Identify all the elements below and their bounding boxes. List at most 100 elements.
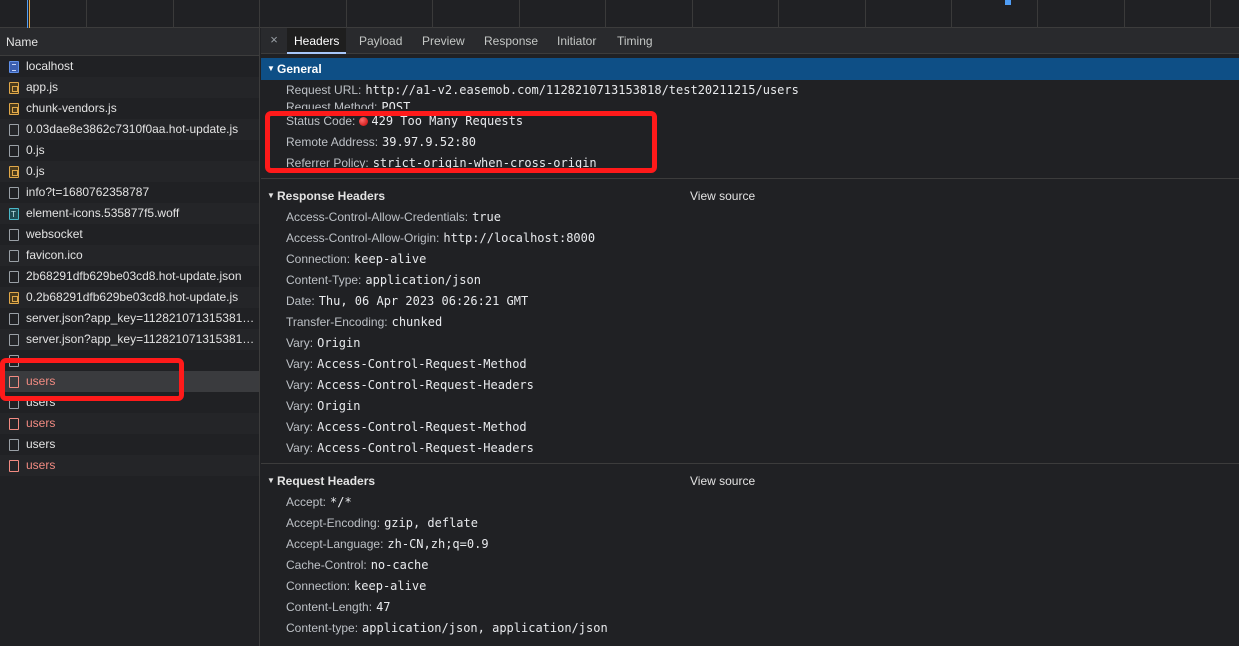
response-view-source-link[interactable]: View source [690, 185, 755, 207]
header-value: keep-alive [354, 579, 427, 593]
header-row: Accept: */* [261, 492, 1239, 513]
section-divider [261, 178, 1239, 179]
file-icon [9, 124, 19, 136]
tab-initiator[interactable]: Initiator [550, 28, 603, 54]
header-value: Origin [317, 336, 361, 350]
overview-timing-mark [1005, 0, 1011, 5]
header-row: Content-Length: 47 [261, 597, 1239, 618]
request-row[interactable]: chunk-vendors.js [0, 98, 259, 119]
request-row[interactable]: server.json?app_key=1128210713153818#tes… [0, 308, 259, 329]
request-row[interactable]: localhost [0, 56, 259, 77]
kv-key: Remote Address: [286, 135, 379, 149]
header-row: Content-Type: application/json [261, 270, 1239, 291]
request-row[interactable]: websocket [0, 224, 259, 245]
tab-response[interactable]: Response [477, 28, 545, 54]
request-name: app.js [26, 80, 59, 94]
overview-grid-line [432, 0, 433, 28]
overview-grid-line [173, 0, 174, 28]
name-column-header[interactable]: Name [0, 28, 259, 56]
section-response-headers-header[interactable]: ▼ Response Headers View source [261, 185, 1239, 207]
overview-grid-line [86, 0, 87, 28]
overview-grid-line [259, 0, 260, 28]
general-referrer-policy: Referrer Policy: strict-origin-when-cross… [261, 153, 1239, 174]
request-name: 2b68291dfb629be03cd8.hot-update.json [26, 269, 242, 283]
file-icon [9, 145, 19, 157]
request-name: 0.js [26, 143, 45, 157]
header-value: keep-alive [354, 252, 427, 266]
request-row[interactable]: app.js [0, 77, 259, 98]
header-value: chunked [391, 315, 443, 329]
request-row[interactable]: 2b68291dfb629be03cd8.hot-update.json [0, 266, 259, 287]
tab-preview[interactable]: Preview [415, 28, 472, 54]
file-icon [9, 460, 19, 472]
tab-headers[interactable]: Headers [287, 28, 347, 54]
request-row[interactable]: users [0, 371, 259, 392]
header-key: Accept-Language: [286, 537, 384, 551]
overview-timing-mark [27, 0, 28, 28]
request-row[interactable]: 0.2b68291dfb629be03cd8.hot-update.js [0, 287, 259, 308]
overview-grid-line [346, 0, 347, 28]
script-icon [9, 166, 19, 178]
header-value: Access-Control-Request-Method [317, 357, 527, 371]
file-icon [9, 187, 19, 199]
tab-timing[interactable]: Timing [610, 28, 660, 54]
header-value: true [472, 210, 501, 224]
section-response-headers-title: Response Headers [277, 189, 386, 203]
header-value: zh-CN,zh;q=0.9 [387, 537, 489, 551]
kv-key: Referrer Policy: [286, 156, 369, 170]
request-row[interactable]: element-icons.535877f5.woff [0, 203, 259, 224]
header-row: Transfer-Encoding: chunked [261, 312, 1239, 333]
close-icon[interactable]: × [267, 33, 281, 47]
script-icon [9, 82, 19, 94]
file-icon [9, 376, 19, 388]
file-icon [9, 250, 19, 262]
request-row[interactable]: users [0, 434, 259, 455]
request-name: chunk-vendors.js [26, 101, 117, 115]
file-icon [9, 439, 19, 451]
header-key: Vary: [286, 378, 314, 392]
request-name: websocket [26, 227, 83, 241]
section-general-title: General [277, 62, 322, 76]
request-name: info?t=1680762358787 [26, 185, 150, 199]
overview-timing-mark [29, 0, 30, 28]
request-row[interactable]: 0.js [0, 140, 259, 161]
header-value: */* [330, 495, 352, 509]
request-view-source-link[interactable]: View source [690, 470, 755, 492]
header-row: Vary: Access-Control-Request-Method [261, 354, 1239, 375]
header-row: Vary: Origin [261, 396, 1239, 417]
request-row[interactable]: info?t=1680762358787 [0, 182, 259, 203]
request-name: server.json?app_key=1128210713153818#tes… [26, 311, 259, 325]
header-row: Connection: keep-alive [261, 249, 1239, 270]
general-request-url: Request URL: http://a1-v2.easemob.com/112… [261, 80, 1239, 101]
request-name: favicon.ico [26, 248, 83, 262]
caret-down-icon: ▼ [267, 64, 275, 73]
kv-value: strict-origin-when-cross-origin [372, 156, 597, 170]
section-request-headers-header[interactable]: ▼ Request Headers View source [261, 470, 1239, 492]
header-key: Vary: [286, 336, 314, 350]
script-icon [9, 103, 19, 115]
file-icon [9, 313, 19, 325]
request-row[interactable]: server.json?app_key=1128210713153818#tes… [0, 329, 259, 350]
request-row[interactable]: favicon.ico [0, 245, 259, 266]
request-row[interactable]: 0.js [0, 161, 259, 182]
request-row[interactable]: users [0, 413, 259, 434]
header-row: Vary: Origin [261, 333, 1239, 354]
header-value: no-cache [370, 558, 429, 572]
response-headers-list: Access-Control-Allow-Credentials: true Acc… [261, 207, 1239, 459]
header-key: Date: [286, 294, 315, 308]
network-overview[interactable] [0, 0, 1239, 28]
section-general-header[interactable]: ▼ General [261, 58, 1239, 80]
request-row[interactable] [0, 350, 259, 371]
kv-key: Request Method: [286, 101, 378, 109]
kv-value: 39.97.9.52:80 [382, 135, 476, 149]
general-request-method: Request Method: POST [261, 101, 1239, 109]
request-rows: localhost app.js chunk-vendors.js 0.03dae8e… [0, 56, 259, 476]
tab-payload[interactable]: Payload [352, 28, 409, 54]
section-divider [261, 463, 1239, 464]
request-row[interactable]: 0.03dae8e3862c7310f0aa.hot-update.js [0, 119, 259, 140]
request-row[interactable]: users [0, 455, 259, 476]
request-row[interactable]: users [0, 392, 259, 413]
header-key: Accept-Encoding: [286, 516, 381, 530]
header-key: Vary: [286, 357, 314, 371]
header-row: Vary: Access-Control-Request-Method [261, 417, 1239, 438]
